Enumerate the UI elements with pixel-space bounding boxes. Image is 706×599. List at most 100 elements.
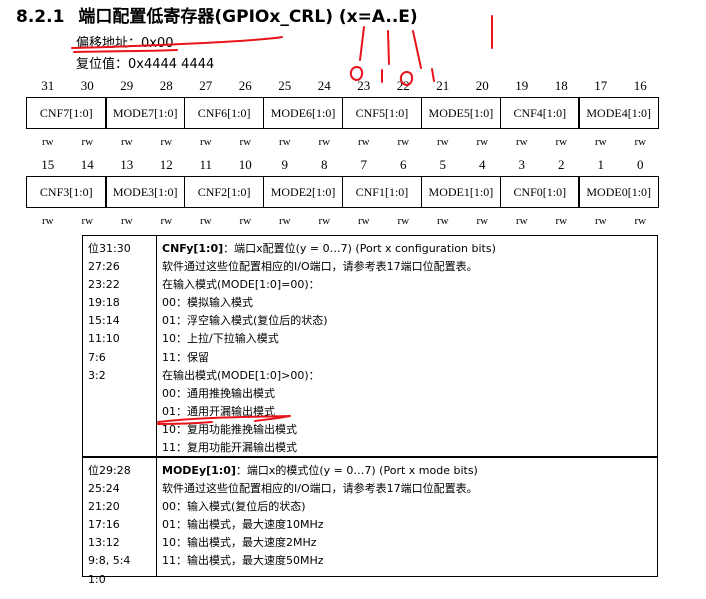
- bit-number: 11: [199, 157, 213, 172]
- access-type: rw: [436, 215, 449, 227]
- access-type: rw: [278, 215, 291, 227]
- access-type: rw: [318, 215, 331, 227]
- access-type: rw: [436, 136, 449, 148]
- register-field: MODE7[1:0]: [104, 97, 186, 129]
- field-name: CNFy[1:0]: [162, 242, 224, 255]
- bit-number: 18: [554, 78, 568, 93]
- bit-range: 7:6: [88, 350, 106, 364]
- register-field: MODE2[1:0]: [262, 176, 344, 208]
- description-line: 00：模拟输入模式: [162, 296, 253, 310]
- register-field: CNF6[1:0]: [183, 97, 265, 129]
- bit-range: 17:16: [88, 518, 120, 532]
- register-field: MODE5[1:0]: [420, 97, 502, 129]
- bit-number: 10: [238, 157, 252, 172]
- access-type: rw: [120, 136, 133, 148]
- register-field: CNF2[1:0]: [183, 176, 265, 208]
- bit-number: 0: [637, 157, 644, 172]
- access-type: rw: [239, 136, 252, 148]
- description-line: 01：输出模式，最大速度10MHz: [162, 518, 324, 532]
- description-line: 11：复用功能开漏输出模式: [162, 441, 297, 455]
- bit-number: 24: [317, 78, 331, 93]
- register-field: MODE0[1:0]: [578, 176, 659, 208]
- mode-description-body: MODEy[1:0]：端口x的模式位(y = 0…7) (Port x mode…: [157, 458, 657, 576]
- description-line: 01：通用开漏输出模式: [162, 404, 275, 418]
- register-row-low: CNF3[1:0] MODE3[1:0] CNF2[1:0] MODE2[1:0] CN…: [26, 176, 659, 208]
- description-line: 在输出模式(MODE[1:0]>00)：: [162, 368, 320, 382]
- bit-number: 15: [41, 157, 55, 172]
- bit-range: 27:26: [88, 260, 120, 274]
- bit-number: 20: [475, 78, 489, 93]
- bit-number: 3: [518, 157, 526, 172]
- section-title: 端口配置低寄存器(GPIOx_CRL) (x=A..E): [78, 7, 418, 27]
- description-line: 10：上拉/下拉输入模式: [162, 332, 279, 346]
- access-type: rw: [555, 215, 568, 227]
- bit-number: 13: [120, 157, 134, 172]
- section-number: 8.2.1: [16, 7, 65, 27]
- bit-range: 位31:30: [88, 242, 131, 255]
- description-line: 11：输出模式，最大速度50MHz: [162, 554, 324, 568]
- offset-address: 偏移地址：0x00: [76, 36, 174, 51]
- description-line: 11：保留: [162, 350, 209, 364]
- register-field: CNF0[1:0]: [499, 176, 581, 208]
- bit-number: 4: [479, 157, 486, 172]
- bit-range: 15:14: [88, 314, 120, 328]
- bit-range: 25:24: [88, 482, 120, 496]
- mode-description: 位29:28 25:24 21:20 17:16 13:12 9:8, 5:4 1:0 MO…: [82, 457, 658, 586]
- access-type: rw: [81, 136, 94, 148]
- bit-range: 23:22: [88, 278, 120, 292]
- access-type: rw: [239, 215, 252, 227]
- description-line: 软件通过这些位配置相应的I/O端口，请参考表17端口位配置表。: [162, 260, 478, 274]
- bit-number: 9: [281, 157, 289, 172]
- description-line: 10：输出模式，最大速度2MHz: [162, 536, 317, 550]
- register-field: CNF7[1:0]: [26, 97, 107, 129]
- bit-number: 6: [400, 157, 407, 172]
- bit-number: 7: [360, 157, 368, 172]
- bit-range: 位29:28: [88, 464, 131, 477]
- register-field: MODE3[1:0]: [104, 176, 186, 208]
- access-type: rw: [555, 136, 568, 148]
- description-line: 软件通过这些位配置相应的I/O端口，请参考表17端口位配置表。: [162, 482, 478, 496]
- register-field: MODE1[1:0]: [420, 176, 502, 208]
- description-line: 00：通用推挽输出模式: [162, 386, 275, 400]
- access-type: rw: [397, 136, 410, 148]
- access-type: rw: [160, 136, 173, 148]
- register-field: MODE6[1:0]: [262, 97, 344, 129]
- mode-bit-ranges: 位29:28 25:24 21:20 17:16 13:12 9:8, 5:4 1:0: [83, 458, 157, 586]
- register-row-high: CNF7[1:0] MODE7[1:0] CNF6[1:0] MODE6[1:0] CN…: [26, 97, 659, 129]
- bit-number: 5: [439, 157, 447, 172]
- register-field: CNF5[1:0]: [341, 97, 423, 129]
- bit-number: 16: [633, 78, 647, 93]
- access-type: rw: [476, 136, 489, 148]
- access-type: rw: [278, 136, 291, 148]
- access-type: rw: [160, 215, 173, 227]
- bit-number: 2: [558, 157, 565, 172]
- bit-number: 17: [594, 78, 608, 93]
- tick-mark: [412, 30, 422, 69]
- bit-number: 28: [159, 78, 173, 93]
- bit-number: 1: [597, 157, 605, 172]
- access-type: rw: [515, 215, 528, 227]
- cnf-description: 位31:30 27:26 23:22 19:18 15:14 11:10 7:6 3:2 CN…: [82, 235, 658, 457]
- access-type: rw: [397, 215, 410, 227]
- access-type: rw: [199, 136, 212, 148]
- bit-range: 13:12: [88, 536, 120, 550]
- access-type: rw: [41, 215, 54, 227]
- bit-range: 3:2: [88, 368, 106, 382]
- bit-number: 19: [515, 78, 529, 93]
- bit-number: 22: [396, 78, 410, 93]
- access-type: rw: [357, 215, 370, 227]
- cnf-description-body: CNFy[1:0]：端口x配置位(y = 0…7) (Port x config…: [157, 236, 657, 456]
- bit-range: 11:10: [88, 332, 120, 346]
- access-type: rw: [81, 215, 94, 227]
- description-line: 01：浮空输入模式(复位后的状态): [162, 314, 328, 328]
- field-name: MODEy[1:0]: [162, 464, 236, 477]
- register-field: CNF4[1:0]: [499, 97, 581, 129]
- bit-number: 8: [321, 157, 328, 172]
- bit-number: 23: [357, 78, 371, 93]
- access-type: rw: [318, 136, 331, 148]
- bit-number: 25: [278, 78, 292, 93]
- bit-number: 27: [199, 78, 213, 93]
- access-type: rw: [594, 215, 607, 227]
- bit-range: 21:20: [88, 500, 120, 514]
- cnf-bit-ranges: 位31:30 27:26 23:22 19:18 15:14 11:10 7:6 3:2: [83, 236, 157, 456]
